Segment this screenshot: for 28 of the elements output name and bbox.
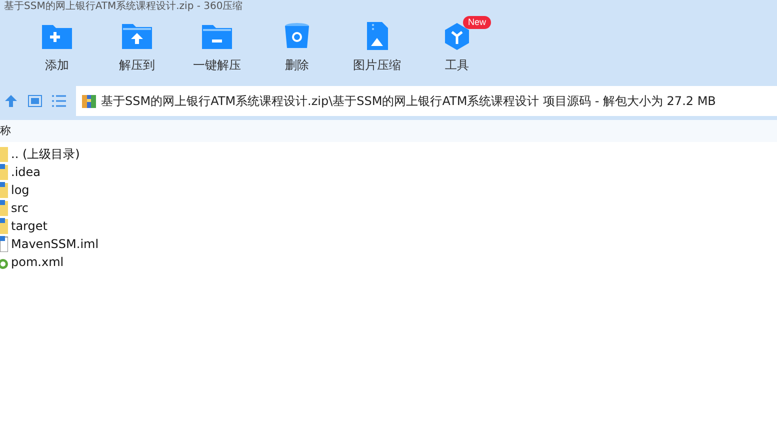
file-name[interactable]: MavenSSM.iml xyxy=(11,235,99,253)
folder-minus-icon xyxy=(201,22,233,50)
archive-path: 基于SSM的网上银行ATM系统课程设计.zip\基于SSM的网上银行ATM系统课程设计 项目源码 - 解包大小为 27.2 MB xyxy=(101,93,716,110)
toolbar-button[interactable]: 解压到 xyxy=(97,22,177,74)
file-name[interactable]: pom.xml xyxy=(11,253,64,271)
folder-plus-icon xyxy=(41,22,73,50)
thumbnail-view-icon[interactable] xyxy=(28,95,42,107)
toolbar-button[interactable]: 添加 xyxy=(17,22,97,74)
folder-icon xyxy=(0,146,8,162)
toolbar-button[interactable]: 一键解压 xyxy=(177,22,257,74)
folder-shortcut-icon xyxy=(0,200,8,216)
column-header[interactable]: 称 xyxy=(0,120,777,142)
file-name[interactable]: target xyxy=(11,217,48,235)
folder-shortcut-icon xyxy=(0,182,8,198)
toolbar-button[interactable]: 删除 xyxy=(257,22,337,74)
toolbar-button[interactable]: 图片压缩 xyxy=(337,22,417,74)
window-title: 基于SSM的网上银行ATM系统课程设计.zip - 360压缩 xyxy=(4,2,243,12)
file-name[interactable]: .idea xyxy=(11,163,41,181)
file-name[interactable]: log xyxy=(11,181,30,199)
file-name[interactable]: .. (上级目录) xyxy=(11,145,80,163)
folder-shortcut-icon xyxy=(0,218,8,234)
file-name[interactable]: src xyxy=(11,199,29,217)
folder-shortcut-icon xyxy=(0,164,8,180)
list-view-icon[interactable] xyxy=(52,95,66,107)
up-arrow-icon[interactable] xyxy=(4,94,18,108)
path-bar[interactable]: 基于SSM的网上银行ATM系统课程设计.zip\基于SSM的网上银行ATM系统课程设计 项目源码 - 解包大小为 27.2 MB xyxy=(76,86,777,116)
new-badge: New xyxy=(463,16,492,29)
folder-upload-icon xyxy=(121,22,153,50)
